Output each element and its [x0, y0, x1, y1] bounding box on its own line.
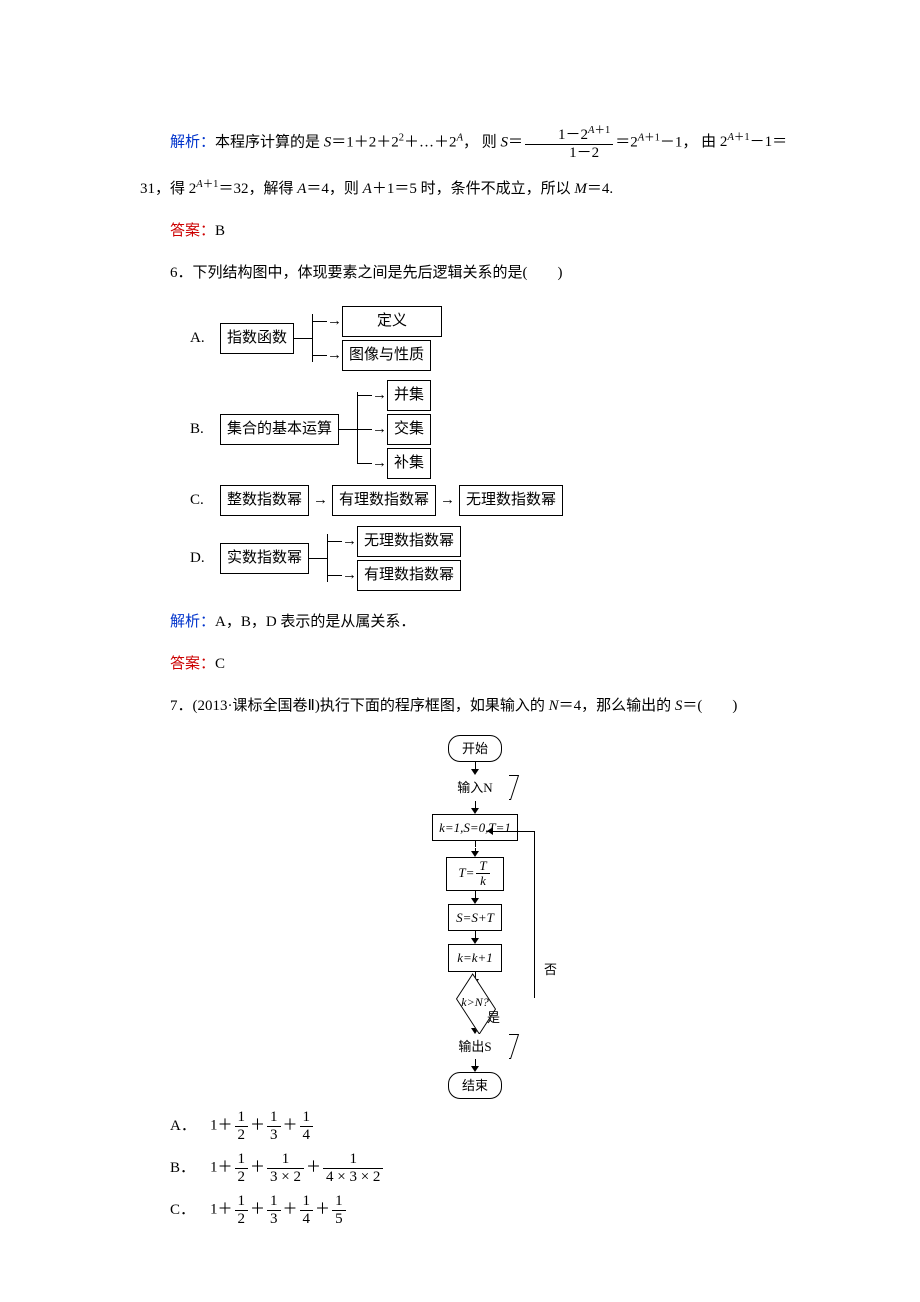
q7-option-c: C． 1＋12＋13＋14＋15: [140, 1193, 810, 1227]
q7-option-a: A． 1＋12＋13＋14: [140, 1109, 810, 1143]
fc-start: 开始: [448, 735, 502, 762]
q6-option-d: D. 实数指数幂 →无理数指数幂 →有理数指数幂: [190, 522, 810, 594]
q6-stem: 6．下列结构图中，体现要素之间是先后逻辑关系的是(): [140, 260, 810, 287]
fc-end: 结束: [448, 1072, 502, 1099]
analysis-label: 解析：: [170, 134, 215, 150]
q7-flowchart: 开始 输入N k=1,S=0,T=1 T=Tk S=S+T k=k+1 k>N?…: [395, 735, 555, 1099]
fc-yes-label: 是: [487, 1006, 500, 1029]
root-box: 实数指数幂: [220, 543, 309, 574]
fc-input: 输入N: [441, 775, 509, 800]
fraction: 1－2A＋11－2: [525, 125, 613, 161]
root-box: 指数函数: [220, 323, 294, 354]
q5-analysis-line2: 31，得 2A＋1＝32，解得 A＝4，则 A＋1＝5 时，条件不成立，所以 M…: [140, 176, 810, 203]
q6-analysis: 解析：A，B，D 表示的是从属关系．: [140, 609, 810, 636]
page-root: 解析：本程序计算的是 S＝1＋2＋22＋…＋2A， 则 S＝1－2A＋11－2＝…: [0, 0, 920, 1302]
fc-output: 输出S: [441, 1034, 509, 1059]
q7-stem: 7．(2013·课标全国卷Ⅱ)执行下面的程序框图，如果输入的 N＝4，那么输出的…: [140, 693, 810, 720]
root-box: 集合的基本运算: [220, 414, 339, 445]
fc-no-label: 否: [544, 958, 557, 981]
q6-option-b: B. 集合的基本运算 →并集 →交集 →补集: [190, 380, 810, 479]
q5-answer: 答案：B: [140, 218, 810, 245]
q5-analysis-line1: 解析：本程序计算的是 S＝1＋2＋22＋…＋2A， 则 S＝1－2A＋11－2＝…: [140, 125, 810, 161]
q6-option-c: C. 整数指数幂 → 有理数指数幂 → 无理数指数幂: [190, 485, 810, 516]
q6-answer: 答案：C: [140, 651, 810, 678]
q6-option-a: A. 指数函数 →定义 →图像与性质: [190, 302, 810, 374]
q7-option-b: B． 1＋12＋13 × 2＋14 × 3 × 2: [140, 1151, 810, 1185]
